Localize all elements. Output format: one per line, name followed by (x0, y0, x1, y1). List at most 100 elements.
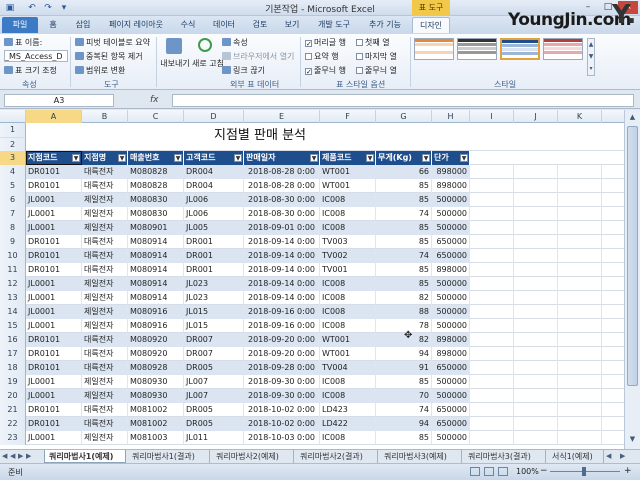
column-header[interactable]: I (470, 110, 514, 123)
cell-sale-date[interactable]: 2018-09-14 0:00 (244, 249, 320, 263)
tab-insert[interactable]: 삽입 (68, 17, 98, 33)
cell-sales-no[interactable]: M080930 (128, 389, 184, 403)
empty-cell[interactable] (558, 361, 602, 375)
row-number[interactable]: 10 (0, 249, 26, 263)
cell-branch-name[interactable]: 제일전자 (82, 375, 128, 389)
cell-product-code[interactable]: WT001 (320, 165, 376, 179)
sheet-tab[interactable]: 쿼리마법사3(예제) (380, 450, 462, 463)
row-number[interactable]: 19 (0, 375, 26, 389)
cell-customer-code[interactable]: JL015 (184, 319, 244, 333)
cell-unit-price[interactable]: 500000 (432, 193, 470, 207)
column-header[interactable]: C (128, 110, 184, 123)
empty-cell[interactable] (470, 249, 514, 263)
row-number[interactable]: 15 (0, 319, 26, 333)
cell-sales-no[interactable]: M080914 (128, 235, 184, 249)
cell-branch-code[interactable]: DR0101 (26, 347, 82, 361)
cell-product-code[interactable]: TV004 (320, 361, 376, 375)
empty-cell[interactable] (470, 403, 514, 417)
cell-branch-name[interactable]: 대륙전자 (82, 333, 128, 347)
cell-sales-no[interactable]: M080928 (128, 361, 184, 375)
cell-sale-date[interactable]: 2018-08-30 0:00 (244, 193, 320, 207)
empty-cell[interactable] (514, 263, 558, 277)
empty-cell[interactable] (470, 361, 514, 375)
empty-cell[interactable] (514, 417, 558, 431)
row-number[interactable]: 20 (0, 389, 26, 403)
cell-sale-date[interactable]: 2018-09-14 0:00 (244, 235, 320, 249)
cell-weight[interactable]: 85 (376, 193, 432, 207)
tab-review[interactable]: 검토 (246, 17, 274, 33)
row-number[interactable]: 5 (0, 179, 26, 193)
cell-unit-price[interactable]: 898000 (432, 179, 470, 193)
cell-customer-code[interactable]: DR005 (184, 403, 244, 417)
empty-cell[interactable] (470, 347, 514, 361)
empty-cell[interactable] (558, 347, 602, 361)
row-number[interactable]: 4 (0, 165, 26, 179)
row-number[interactable]: 13 (0, 291, 26, 305)
cell-unit-price[interactable]: 650000 (432, 403, 470, 417)
row-number[interactable]: 11 (0, 263, 26, 277)
cell-unit-price[interactable]: 500000 (432, 291, 470, 305)
empty-cell[interactable] (470, 193, 514, 207)
empty-cell[interactable] (514, 165, 558, 179)
tab-developer[interactable]: 개발 도구 (310, 17, 358, 33)
cell-sales-no[interactable]: M080830 (128, 193, 184, 207)
cell-branch-code[interactable]: DR0101 (26, 417, 82, 431)
cell-product-code[interactable]: LD423 (320, 403, 376, 417)
normal-view-icon[interactable] (470, 467, 480, 476)
empty-cell[interactable] (470, 375, 514, 389)
empty-cell[interactable] (558, 221, 602, 235)
cell-weight[interactable]: 82 (376, 291, 432, 305)
resize-table-button[interactable]: 표 크기 조정 (4, 65, 57, 76)
cell-sale-date[interactable]: 2018-08-30 0:00 (244, 207, 320, 221)
cell-product-code[interactable]: IC008 (320, 319, 376, 333)
row-number[interactable]: 6 (0, 193, 26, 207)
cell-sales-no[interactable]: M080930 (128, 375, 184, 389)
table-style-blue-swatch[interactable] (500, 38, 540, 60)
empty-cell[interactable] (558, 193, 602, 207)
cell-customer-code[interactable]: DR007 (184, 347, 244, 361)
cell-unit-price[interactable]: 500000 (432, 305, 470, 319)
cell-weight[interactable]: 85 (376, 277, 432, 291)
empty-cell[interactable] (470, 389, 514, 403)
cell-branch-code[interactable]: DR0101 (26, 333, 82, 347)
header-cell-sales-no[interactable]: 매출번호 ▼ (128, 151, 184, 165)
cell-sales-no[interactable]: M080914 (128, 263, 184, 277)
cell-product-code[interactable]: IC008 (320, 305, 376, 319)
cell-sale-date[interactable]: 2018-09-14 0:00 (244, 263, 320, 277)
cell-branch-code[interactable]: JL0001 (26, 277, 82, 291)
sheet-tab[interactable]: 쿼리마법사1(예제) (44, 450, 126, 463)
cell-customer-code[interactable]: DR001 (184, 263, 244, 277)
cell-branch-name[interactable]: 제일전자 (82, 431, 128, 445)
vertical-scrollbar[interactable]: ▲ ▼ (624, 110, 640, 449)
cell-customer-code[interactable]: JL023 (184, 277, 244, 291)
cell-sale-date[interactable]: 2018-09-28 0:00 (244, 361, 320, 375)
cell-weight[interactable]: 94 (376, 417, 432, 431)
column-header[interactable]: H (432, 110, 470, 123)
empty-cell[interactable] (514, 277, 558, 291)
empty-cell[interactable] (514, 249, 558, 263)
cell-unit-price[interactable]: 650000 (432, 417, 470, 431)
cell-weight[interactable]: 74 (376, 207, 432, 221)
cell-weight[interactable]: 88 (376, 305, 432, 319)
empty-cell[interactable] (514, 305, 558, 319)
scroll-down-icon[interactable]: ▼ (627, 434, 638, 445)
empty-cell[interactable] (558, 249, 602, 263)
styles-gallery-scroll-icon[interactable]: ▲ ▼ ▾ (587, 38, 595, 76)
cell-sale-date[interactable]: 2018-09-14 0:00 (244, 277, 320, 291)
empty-cell[interactable] (514, 347, 558, 361)
scroll-thumb[interactable] (627, 126, 638, 386)
cell-weight[interactable]: 70 (376, 389, 432, 403)
total-row-checkbox[interactable]: 요약 행 (305, 51, 339, 62)
cell-branch-code[interactable]: DR0101 (26, 361, 82, 375)
empty-cell[interactable] (470, 305, 514, 319)
cell-weight[interactable]: 85 (376, 431, 432, 445)
cell-customer-code[interactable]: DR005 (184, 417, 244, 431)
cell-branch-code[interactable]: JL0001 (26, 375, 82, 389)
banded-rows-checkbox[interactable]: ✓ 줄무늬 행 (305, 65, 346, 76)
cell-branch-code[interactable]: DR0101 (26, 179, 82, 193)
cell-unit-price[interactable]: 500000 (432, 221, 470, 235)
cell-sales-no[interactable]: M080920 (128, 347, 184, 361)
unlink-button[interactable]: 링크 끊기 (222, 65, 265, 76)
cell-branch-name[interactable]: 대륙전자 (82, 263, 128, 277)
filter-dropdown-icon[interactable]: ▼ (366, 154, 374, 162)
